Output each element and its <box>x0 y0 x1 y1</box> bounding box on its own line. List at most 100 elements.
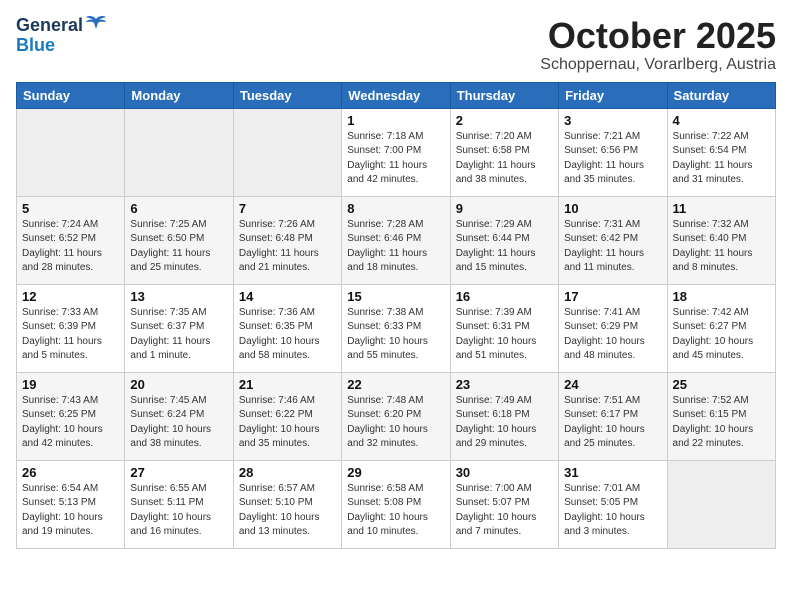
day-info: Sunrise: 7:38 AMSunset: 6:33 PMDaylight:… <box>347 306 444 364</box>
header-row: SundayMondayTuesdayWednesdayThursdayFrid… <box>17 82 776 108</box>
day-info: Sunrise: 7:18 AMSunset: 7:00 PMDaylight:… <box>347 130 444 188</box>
day-number: 5 <box>22 201 119 216</box>
day-number: 2 <box>456 113 553 128</box>
day-info: Sunrise: 7:31 AMSunset: 6:42 PMDaylight:… <box>564 218 661 276</box>
calendar-cell: 21Sunrise: 7:46 AMSunset: 6:22 PMDayligh… <box>233 372 341 460</box>
calendar-week-1: 1 Sunrise: 7:18 AMSunset: 7:00 PMDaylight… <box>17 108 776 196</box>
day-number: 21 <box>239 377 336 392</box>
day-info: Sunrise: 7:33 AMSunset: 6:39 PMDaylight:… <box>22 306 119 364</box>
day-info: Sunrise: 7:43 AMSunset: 6:25 PMDaylight:… <box>22 394 119 452</box>
day-info: Sunrise: 7:42 AMSunset: 6:27 PMDaylight:… <box>673 306 770 364</box>
calendar-cell: 11 Sunrise: 7:32 AMSunset: 6:40 PMDayligh… <box>667 196 775 284</box>
calendar-week-5: 26 Sunrise: 6:54 AMSunset: 5:13 PMDayligh… <box>17 460 776 548</box>
day-info: Sunrise: 7:24 AMSunset: 6:52 PMDaylight:… <box>22 218 119 276</box>
header-cell-friday: Friday <box>559 82 667 108</box>
calendar-cell: 26 Sunrise: 6:54 AMSunset: 5:13 PMDayligh… <box>17 460 125 548</box>
day-info: Sunrise: 7:25 AMSunset: 6:50 PMDaylight:… <box>130 218 227 276</box>
day-number: 23 <box>456 377 553 392</box>
calendar-cell: 4 Sunrise: 7:22 AMSunset: 6:54 PMDaylight… <box>667 108 775 196</box>
calendar-week-3: 12 Sunrise: 7:33 AMSunset: 6:39 PMDayligh… <box>17 284 776 372</box>
day-number: 20 <box>130 377 227 392</box>
day-info: Sunrise: 7:26 AMSunset: 6:48 PMDaylight:… <box>239 218 336 276</box>
day-info: Sunrise: 7:28 AMSunset: 6:46 PMDaylight:… <box>347 218 444 276</box>
header-cell-tuesday: Tuesday <box>233 82 341 108</box>
calendar-body: 1 Sunrise: 7:18 AMSunset: 7:00 PMDaylight… <box>17 108 776 548</box>
day-number: 16 <box>456 289 553 304</box>
day-info: Sunrise: 7:00 AMSunset: 5:07 PMDaylight:… <box>456 482 553 540</box>
day-number: 3 <box>564 113 661 128</box>
day-number: 26 <box>22 465 119 480</box>
calendar-cell: 16 Sunrise: 7:39 AMSunset: 6:31 PMDayligh… <box>450 284 558 372</box>
calendar-cell: 10Sunrise: 7:31 AMSunset: 6:42 PMDayligh… <box>559 196 667 284</box>
day-info: Sunrise: 7:32 AMSunset: 6:40 PMDaylight:… <box>673 218 770 276</box>
page-header: General Blue October 2025 Schoppernau, V… <box>16 16 776 74</box>
day-info: Sunrise: 7:41 AMSunset: 6:29 PMDaylight:… <box>564 306 661 364</box>
day-number: 25 <box>673 377 770 392</box>
calendar-cell <box>17 108 125 196</box>
calendar-cell: 29Sunrise: 6:58 AMSunset: 5:08 PMDayligh… <box>342 460 450 548</box>
day-number: 28 <box>239 465 336 480</box>
header-cell-monday: Monday <box>125 82 233 108</box>
header-cell-saturday: Saturday <box>667 82 775 108</box>
day-number: 24 <box>564 377 661 392</box>
day-number: 12 <box>22 289 119 304</box>
day-info: Sunrise: 6:55 AMSunset: 5:11 PMDaylight:… <box>130 482 227 540</box>
day-info: Sunrise: 7:21 AMSunset: 6:56 PMDaylight:… <box>564 130 661 188</box>
calendar-cell: 27Sunrise: 6:55 AMSunset: 5:11 PMDayligh… <box>125 460 233 548</box>
calendar-cell: 19 Sunrise: 7:43 AMSunset: 6:25 PMDayligh… <box>17 372 125 460</box>
day-number: 19 <box>22 377 119 392</box>
day-info: Sunrise: 7:01 AMSunset: 5:05 PMDaylight:… <box>564 482 661 540</box>
header-cell-wednesday: Wednesday <box>342 82 450 108</box>
day-info: Sunrise: 7:29 AMSunset: 6:44 PMDaylight:… <box>456 218 553 276</box>
calendar-cell: 2Sunrise: 7:20 AMSunset: 6:58 PMDaylight… <box>450 108 558 196</box>
calendar-cell: 3 Sunrise: 7:21 AMSunset: 6:56 PMDaylight… <box>559 108 667 196</box>
calendar-week-4: 19 Sunrise: 7:43 AMSunset: 6:25 PMDayligh… <box>17 372 776 460</box>
calendar-cell: 14 Sunrise: 7:36 AMSunset: 6:35 PMDayligh… <box>233 284 341 372</box>
day-number: 30 <box>456 465 553 480</box>
day-number: 6 <box>130 201 227 216</box>
calendar-cell: 25 Sunrise: 7:52 AMSunset: 6:15 PMDayligh… <box>667 372 775 460</box>
calendar-cell: 12 Sunrise: 7:33 AMSunset: 6:39 PMDayligh… <box>17 284 125 372</box>
day-number: 1 <box>347 113 444 128</box>
day-info: Sunrise: 7:49 AMSunset: 6:18 PMDaylight:… <box>456 394 553 452</box>
logo-blue: Blue <box>16 36 55 56</box>
day-number: 11 <box>673 201 770 216</box>
day-number: 22 <box>347 377 444 392</box>
day-info: Sunrise: 7:39 AMSunset: 6:31 PMDaylight:… <box>456 306 553 364</box>
month-title: October 2025 <box>540 16 776 56</box>
calendar-cell: 1 Sunrise: 7:18 AMSunset: 7:00 PMDaylight… <box>342 108 450 196</box>
day-number: 14 <box>239 289 336 304</box>
calendar-week-2: 5 Sunrise: 7:24 AMSunset: 6:52 PMDaylight… <box>17 196 776 284</box>
calendar-cell <box>125 108 233 196</box>
day-info: Sunrise: 7:45 AMSunset: 6:24 PMDaylight:… <box>130 394 227 452</box>
location-subtitle: Schoppernau, Vorarlberg, Austria <box>540 56 776 74</box>
day-info: Sunrise: 7:22 AMSunset: 6:54 PMDaylight:… <box>673 130 770 188</box>
calendar-cell: 28Sunrise: 6:57 AMSunset: 5:10 PMDayligh… <box>233 460 341 548</box>
calendar-cell: 24 Sunrise: 7:51 AMSunset: 6:17 PMDayligh… <box>559 372 667 460</box>
day-number: 9 <box>456 201 553 216</box>
day-number: 17 <box>564 289 661 304</box>
day-info: Sunrise: 7:36 AMSunset: 6:35 PMDaylight:… <box>239 306 336 364</box>
calendar-header: SundayMondayTuesdayWednesdayThursdayFrid… <box>17 82 776 108</box>
day-info: Sunrise: 7:52 AMSunset: 6:15 PMDaylight:… <box>673 394 770 452</box>
logo-general: General <box>16 16 83 36</box>
calendar-cell: 7Sunrise: 7:26 AMSunset: 6:48 PMDaylight… <box>233 196 341 284</box>
logo: General Blue <box>16 16 107 56</box>
day-info: Sunrise: 6:54 AMSunset: 5:13 PMDaylight:… <box>22 482 119 540</box>
calendar-cell: 15Sunrise: 7:38 AMSunset: 6:33 PMDayligh… <box>342 284 450 372</box>
calendar-cell: 30 Sunrise: 7:00 AMSunset: 5:07 PMDayligh… <box>450 460 558 548</box>
day-number: 8 <box>347 201 444 216</box>
calendar-cell: 13Sunrise: 7:35 AMSunset: 6:37 PMDayligh… <box>125 284 233 372</box>
day-info: Sunrise: 7:51 AMSunset: 6:17 PMDaylight:… <box>564 394 661 452</box>
day-number: 31 <box>564 465 661 480</box>
calendar-cell: 9 Sunrise: 7:29 AMSunset: 6:44 PMDaylight… <box>450 196 558 284</box>
day-number: 4 <box>673 113 770 128</box>
day-number: 29 <box>347 465 444 480</box>
calendar-cell: 5 Sunrise: 7:24 AMSunset: 6:52 PMDaylight… <box>17 196 125 284</box>
calendar-cell: 18Sunrise: 7:42 AMSunset: 6:27 PMDayligh… <box>667 284 775 372</box>
calendar-cell: 6 Sunrise: 7:25 AMSunset: 6:50 PMDaylight… <box>125 196 233 284</box>
calendar-cell: 17 Sunrise: 7:41 AMSunset: 6:29 PMDayligh… <box>559 284 667 372</box>
header-cell-thursday: Thursday <box>450 82 558 108</box>
day-info: Sunrise: 7:35 AMSunset: 6:37 PMDaylight:… <box>130 306 227 364</box>
calendar-table: SundayMondayTuesdayWednesdayThursdayFrid… <box>16 82 776 549</box>
